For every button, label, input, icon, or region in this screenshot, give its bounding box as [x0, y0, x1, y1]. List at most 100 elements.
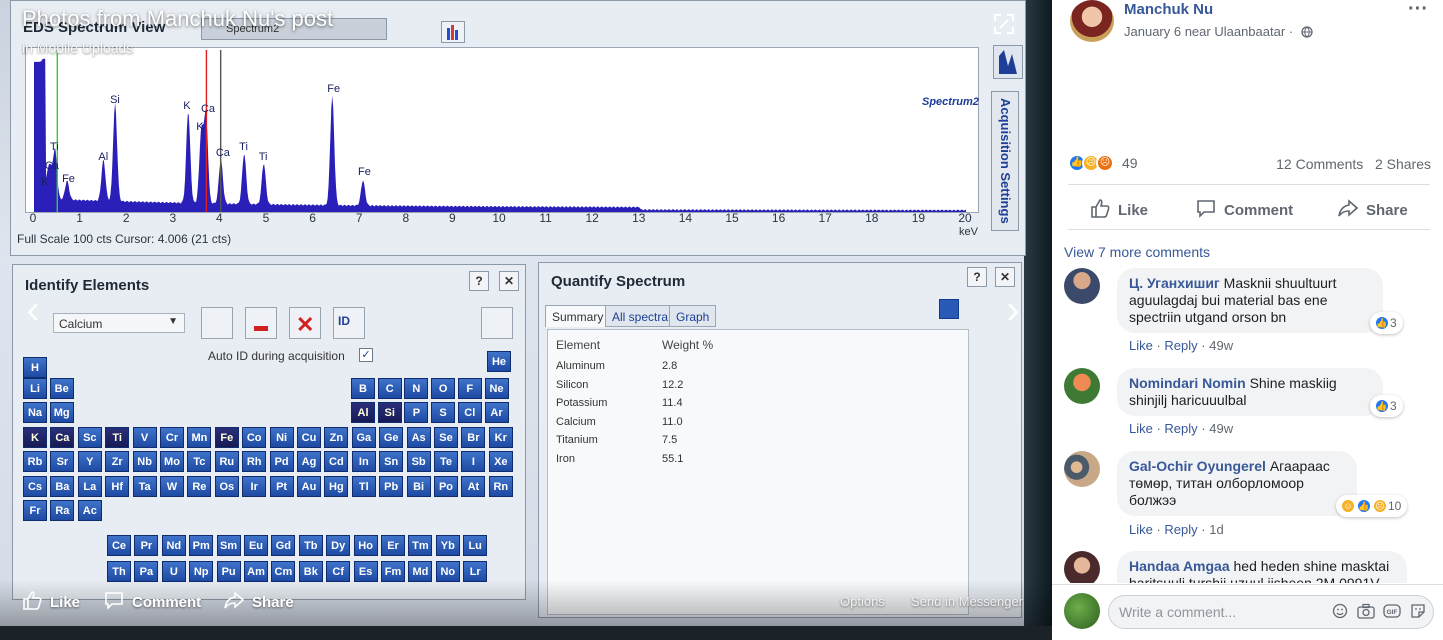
comment-button[interactable]: Comment: [1196, 198, 1293, 222]
reaction-count: 49: [1122, 155, 1138, 171]
post-date-location[interactable]: January 6 near Ulaanbaatar ·: [1124, 24, 1293, 39]
comment-like-link[interactable]: Like: [1129, 421, 1153, 436]
element-tile-tm: Tm: [408, 535, 433, 556]
comments-count[interactable]: 12 Comments: [1276, 156, 1363, 172]
photo-share-button[interactable]: Share: [224, 590, 294, 614]
comment-actions: Like · Reply · 1d: [1129, 522, 1224, 537]
element-tile-pd: Pd: [269, 451, 294, 472]
element-tile-k: K: [23, 426, 47, 448]
share-button[interactable]: Share: [1338, 198, 1408, 222]
auto-id-icon: ID: [333, 307, 365, 339]
comment-label: Comment: [1224, 201, 1294, 219]
options-link[interactable]: Options: [840, 594, 885, 609]
send-in-messenger-link[interactable]: Send in Messenger: [911, 594, 1023, 609]
element-tile-xe: Xe: [488, 451, 513, 472]
element-tile-mg: Mg: [49, 402, 74, 423]
chevron-down-icon: ▼: [168, 316, 178, 327]
avatar[interactable]: [1064, 368, 1100, 404]
comment-like-link[interactable]: Like: [1129, 338, 1153, 353]
element-tile-p: P: [404, 402, 429, 423]
result-element: Calcium: [556, 415, 596, 428]
element-tile-sn: Sn: [379, 451, 404, 472]
photo-comment-button[interactable]: Comment: [104, 590, 201, 614]
axis-tick-label: 9: [449, 211, 456, 225]
result-weight: 11.0: [662, 415, 683, 428]
comment-reactions[interactable]: ☺ 👍 ☹ 10: [1336, 495, 1408, 517]
element-tile-w: W: [160, 475, 184, 497]
result-weight: 11.4: [662, 397, 683, 410]
element-tile-rh: Rh: [242, 451, 267, 472]
spectrum-plot: Spectrum2 Si K Ca Fe Ti Fe Al K Ca Ti Ti Ca Fe K: [25, 47, 979, 213]
thumbs-up-icon: [1090, 198, 1110, 222]
author-name[interactable]: Manchuk Nu: [1124, 1, 1213, 18]
element-tile-bk: Bk: [298, 561, 323, 582]
photo-stage[interactable]: EDS Spectrum View Spectrum2 Spectrum2 Si…: [0, 0, 1052, 640]
element-tile-md: Md: [408, 561, 433, 582]
commenter-name[interactable]: Nomindari Nomin: [1129, 375, 1246, 391]
fullscreen-icon[interactable]: [992, 12, 1016, 36]
axis-tick-label: 14: [678, 211, 693, 225]
avatar[interactable]: [1064, 451, 1100, 487]
avatar[interactable]: [1064, 268, 1100, 304]
element-tile-sc: Sc: [77, 426, 102, 448]
peak-label-fe: Fe: [62, 172, 75, 185]
comment-like-link[interactable]: Like: [1129, 522, 1153, 537]
emoji-icon[interactable]: [1332, 603, 1348, 622]
sticker-icon[interactable]: [1410, 603, 1426, 622]
reactions-summary[interactable]: 👍 ☹ ☹ 49: [1068, 154, 1138, 172]
comment-reply-link[interactable]: Reply: [1164, 338, 1197, 353]
avatar: [1064, 593, 1100, 629]
view-more-comments-link[interactable]: View 7 more comments: [1064, 244, 1210, 260]
globe-icon: [1301, 26, 1313, 41]
axis-tick-label: 18: [865, 211, 879, 225]
next-photo-arrow[interactable]: ›: [998, 290, 1028, 334]
element-tile-cd: Cd: [324, 451, 349, 472]
axis-tick-label: 20: [958, 211, 972, 225]
commenter-name[interactable]: Handaa Amgaa: [1129, 558, 1230, 574]
axis-tick-label: 16: [771, 211, 786, 225]
comment-reply-link[interactable]: Reply: [1164, 522, 1197, 537]
comment-reactions[interactable]: 👍 3: [1370, 395, 1403, 417]
comment-reply-link[interactable]: Reply: [1164, 421, 1197, 436]
like-reaction-icon: 👍: [1356, 498, 1372, 514]
avatar[interactable]: [1070, 0, 1114, 42]
angry-reaction-icon: ☹: [1096, 154, 1114, 172]
like-button[interactable]: Like: [1090, 198, 1148, 222]
element-tile-u: U: [161, 561, 186, 582]
element-tile-ta: Ta: [132, 475, 157, 497]
album-link[interactable]: in Mobile Uploads: [22, 40, 133, 56]
element-tile-n: N: [404, 377, 429, 399]
element-tile-s: S: [431, 402, 456, 423]
comment-age[interactable]: 1d: [1209, 522, 1223, 537]
element-tile-dy: Dy: [326, 535, 351, 556]
commenter-name[interactable]: Gal-Ochir Oyungerel: [1129, 458, 1266, 474]
avatar[interactable]: [1064, 551, 1100, 583]
element-tile-fr: Fr: [23, 500, 47, 521]
commenter-name[interactable]: Ц. Уганхишиг: [1129, 275, 1220, 291]
gif-icon[interactable]: GIF: [1383, 603, 1401, 622]
like-label: Like: [1118, 201, 1149, 219]
peak-label-si: Si: [110, 93, 120, 106]
post-meta: January 6 near Ulaanbaatar ·: [1124, 24, 1313, 41]
camera-icon[interactable]: [1357, 603, 1375, 622]
element-tile-pb: Pb: [379, 475, 404, 497]
axis-tick-label: 5: [262, 211, 270, 225]
photo-like-button[interactable]: Like: [22, 590, 80, 614]
column-header-element: Element: [556, 338, 601, 352]
comment-reactions[interactable]: 👍 3: [1370, 312, 1403, 334]
axis-tick-label: 17: [818, 211, 832, 225]
element-tile-nb: Nb: [132, 451, 157, 472]
axis-tick-label: 11: [539, 211, 552, 225]
spectrum-view-icon: [481, 307, 513, 339]
element-tile-sr: Sr: [50, 451, 75, 472]
comment-age[interactable]: 49w: [1209, 421, 1233, 436]
comment-age[interactable]: 49w: [1209, 338, 1233, 353]
element-tile-fm: Fm: [381, 561, 405, 582]
element-tile-al: Al: [351, 402, 375, 423]
more-options-icon[interactable]: ···: [1408, 0, 1428, 21]
previous-photo-arrow[interactable]: ‹: [18, 290, 48, 334]
element-tile-v: V: [132, 426, 157, 448]
comment-reaction-count: 3: [1390, 399, 1397, 413]
shares-count[interactable]: 2 Shares: [1375, 156, 1431, 172]
remove-element-icon: [245, 307, 277, 339]
